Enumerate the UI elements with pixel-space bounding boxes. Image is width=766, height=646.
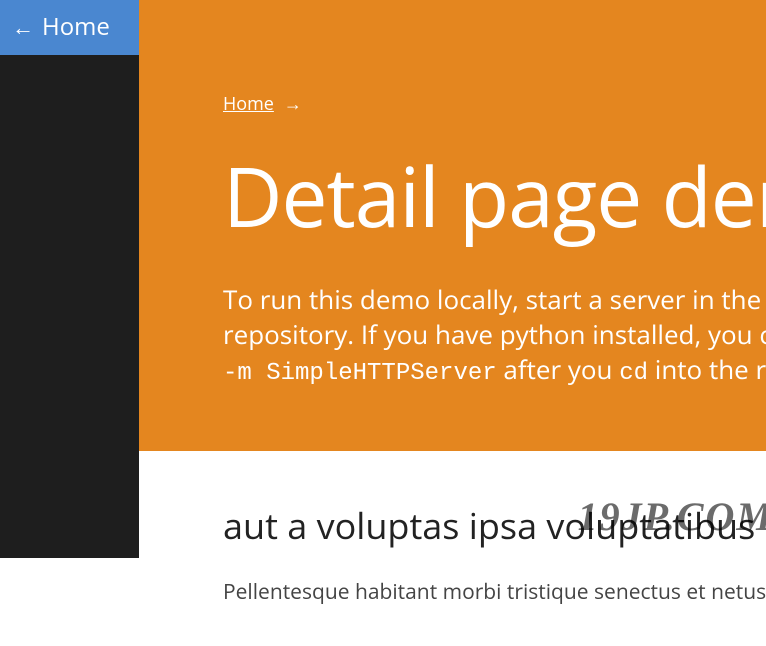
content-paragraph: Pellentesque habitant morbi tristique se… xyxy=(223,578,766,606)
intro-text-1: To run this demo locally, start a server… xyxy=(223,281,766,317)
content-section: aut a voluptas ipsa voluptatibus repelle… xyxy=(139,451,766,646)
arrow-right-icon: → xyxy=(284,95,302,113)
home-button-label: Home xyxy=(42,10,110,43)
code-snippet-2: cd xyxy=(619,360,648,387)
sidebar: ← Home xyxy=(0,0,139,558)
breadcrumb: Home → xyxy=(223,92,766,116)
code-snippet-1: -m SimpleHTTPServer xyxy=(223,360,497,387)
intro-text-3: after you xyxy=(497,351,620,387)
home-button[interactable]: ← Home xyxy=(0,0,139,55)
arrow-left-icon: ← xyxy=(12,16,34,38)
intro-text-2: repository. If you have python installed… xyxy=(223,316,766,352)
page-title: Detail page demo xyxy=(223,140,766,252)
breadcrumb-home-link[interactable]: Home xyxy=(223,92,274,116)
hero-section: Home → Detail page demo To run this demo… xyxy=(139,0,766,451)
intro-text-4: into the repo. xyxy=(648,351,766,387)
content-heading: aut a voluptas ipsa voluptatibus repelle… xyxy=(223,501,766,550)
hero-intro-text: To run this demo locally, start a server… xyxy=(223,282,766,391)
main-content: Home → Detail page demo To run this demo… xyxy=(139,0,766,558)
